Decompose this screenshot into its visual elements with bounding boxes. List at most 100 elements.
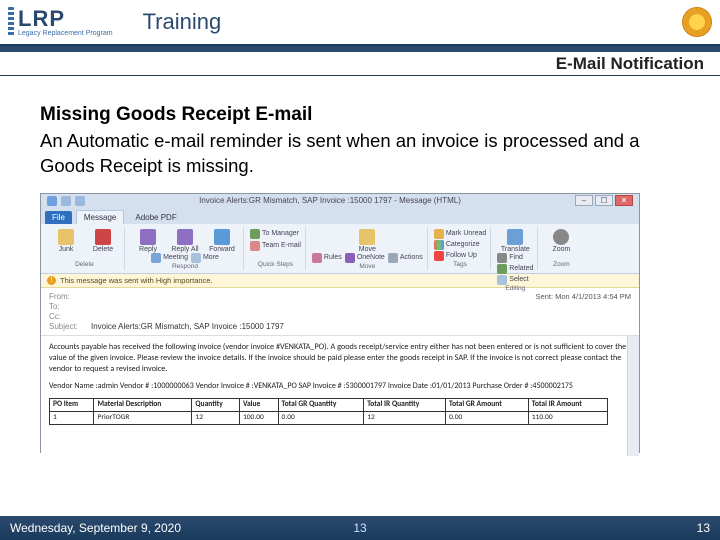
delete-icon bbox=[95, 229, 111, 245]
team-email-icon bbox=[250, 241, 260, 251]
junk-button[interactable]: Junk bbox=[49, 229, 83, 253]
sent-date: Sent: Mon 4/1/2013 4:54 PM bbox=[536, 292, 631, 301]
group-label: Zoom bbox=[553, 261, 570, 268]
footer-page-right: 13 bbox=[697, 521, 710, 535]
content-area: Missing Goods Receipt E-mail An Automati… bbox=[0, 76, 720, 453]
section-body: An Automatic e-mail reminder is sent whe… bbox=[40, 129, 680, 179]
td: 0.00 bbox=[278, 412, 364, 425]
th: Total IR Quantity bbox=[364, 398, 446, 411]
rules-button[interactable]: Rules bbox=[312, 253, 342, 263]
subject-value: Invoice Alerts:GR Mismatch, SAP Invoice … bbox=[91, 322, 284, 331]
th: PO Item bbox=[50, 398, 94, 411]
related-icon bbox=[497, 264, 507, 274]
followup-button[interactable]: Follow Up bbox=[434, 251, 486, 261]
group-quick-steps: To Manager Team E-mail Quick Steps bbox=[246, 227, 306, 270]
translate-icon bbox=[507, 229, 523, 245]
reply-icon bbox=[140, 229, 156, 245]
group-label: Move bbox=[359, 263, 375, 270]
outlook-window: Invoice Alerts:GR Mismatch, SAP Invoice … bbox=[40, 193, 640, 453]
categorize-button[interactable]: Categorize bbox=[434, 240, 486, 250]
more-icon bbox=[191, 253, 201, 263]
po-table: PO Item Material Description Quantity Va… bbox=[49, 398, 608, 425]
onenote-icon bbox=[345, 253, 355, 263]
qat-save-icon[interactable] bbox=[47, 196, 57, 206]
window-buttons: – ☐ ✕ bbox=[575, 195, 633, 206]
scrollbar[interactable] bbox=[627, 336, 639, 456]
from-label: From: bbox=[49, 292, 85, 301]
tab-adobe-pdf[interactable]: Adobe PDF bbox=[128, 211, 183, 224]
logo-bars-icon bbox=[8, 7, 14, 37]
categorize-icon bbox=[434, 240, 444, 250]
td: 0.00 bbox=[446, 412, 529, 425]
qat-undo-icon[interactable] bbox=[61, 196, 71, 206]
find-button[interactable]: Find bbox=[497, 253, 533, 263]
td: 12 bbox=[192, 412, 240, 425]
junk-icon bbox=[58, 229, 74, 245]
unread-icon bbox=[434, 229, 444, 239]
reply-all-button[interactable]: Reply All bbox=[168, 229, 202, 253]
mark-unread-button[interactable]: Mark Unread bbox=[434, 229, 486, 239]
header-title: Training bbox=[143, 9, 222, 35]
importance-text: This message was sent with High importan… bbox=[60, 276, 213, 285]
th: Quantity bbox=[192, 398, 240, 411]
reply-all-icon bbox=[177, 229, 193, 245]
message-body: Accounts payable has received the follow… bbox=[41, 336, 639, 456]
move-icon bbox=[359, 229, 375, 245]
team-email-button[interactable]: Team E-mail bbox=[250, 241, 301, 251]
message-header: From:Sent: Mon 4/1/2013 4:54 PM To: Cc: … bbox=[41, 288, 639, 336]
to-manager-button[interactable]: To Manager bbox=[250, 229, 301, 239]
more-button[interactable]: More bbox=[191, 253, 219, 263]
meeting-button[interactable]: Meeting bbox=[151, 253, 188, 263]
td: PriorTOGR bbox=[94, 412, 192, 425]
close-button[interactable]: ✕ bbox=[615, 195, 633, 206]
subtitle-text: E-Mail Notification bbox=[556, 54, 704, 74]
td: 12 bbox=[364, 412, 446, 425]
slide-header: LRP Legacy Replacement Program Training bbox=[0, 0, 720, 46]
related-button[interactable]: Related bbox=[497, 264, 533, 274]
group-label: Tags bbox=[453, 261, 467, 268]
delete-button[interactable]: Delete bbox=[86, 229, 120, 253]
logo-text: LRP bbox=[18, 8, 113, 30]
group-delete: Junk Delete Delete bbox=[45, 227, 125, 270]
slide-footer: Wednesday, September 9, 2020 13 13 bbox=[0, 516, 720, 540]
group-label: Respond bbox=[172, 263, 198, 270]
reply-button[interactable]: Reply bbox=[131, 229, 165, 253]
tab-file[interactable]: File bbox=[45, 211, 72, 224]
table-row: 1 PriorTOGR 12 100.00 0.00 12 0.00 110.0… bbox=[50, 412, 608, 425]
select-button[interactable]: Select bbox=[497, 275, 533, 285]
minimize-button[interactable]: – bbox=[575, 195, 593, 206]
cc-label: Cc: bbox=[49, 312, 85, 321]
translate-button[interactable]: Translate bbox=[498, 229, 532, 253]
zoom-icon bbox=[553, 229, 569, 245]
forward-button[interactable]: Forward bbox=[205, 229, 239, 253]
group-label: Editing bbox=[505, 285, 525, 292]
onenote-button[interactable]: OneNote bbox=[345, 253, 385, 263]
maximize-button[interactable]: ☐ bbox=[595, 195, 613, 206]
meeting-icon bbox=[151, 253, 161, 263]
zoom-button[interactable]: Zoom bbox=[544, 229, 578, 253]
logo-subtext: Legacy Replacement Program bbox=[18, 30, 113, 37]
td: 110.00 bbox=[528, 412, 607, 425]
select-icon bbox=[497, 275, 507, 285]
group-editing: Translate Find Related Select Editing bbox=[493, 227, 538, 270]
group-tags: Mark Unread Categorize Follow Up Tags bbox=[430, 227, 491, 270]
footer-date: Wednesday, September 9, 2020 bbox=[10, 521, 181, 535]
th: Total GR Amount bbox=[446, 398, 529, 411]
th: Total GR Quantity bbox=[278, 398, 364, 411]
to-label: To: bbox=[49, 302, 85, 311]
td: 100.00 bbox=[239, 412, 278, 425]
group-move: Move Rules OneNote Actions Move bbox=[308, 227, 428, 270]
move-button[interactable]: Move bbox=[350, 229, 384, 253]
ribbon: Junk Delete Delete Reply Reply All Forwa… bbox=[41, 224, 639, 274]
info-icon: ! bbox=[47, 276, 56, 285]
group-zoom: Zoom Zoom bbox=[540, 227, 582, 270]
actions-button[interactable]: Actions bbox=[388, 253, 423, 263]
lrp-logo: LRP Legacy Replacement Program bbox=[8, 7, 113, 37]
td: 1 bbox=[50, 412, 94, 425]
qat-redo-icon[interactable] bbox=[75, 196, 85, 206]
seal-icon bbox=[682, 7, 712, 37]
subtitle-bar: E-Mail Notification bbox=[0, 52, 720, 76]
flag-icon bbox=[434, 251, 444, 261]
tab-message[interactable]: Message bbox=[76, 210, 124, 224]
body-paragraph: Accounts payable has received the follow… bbox=[49, 342, 631, 375]
